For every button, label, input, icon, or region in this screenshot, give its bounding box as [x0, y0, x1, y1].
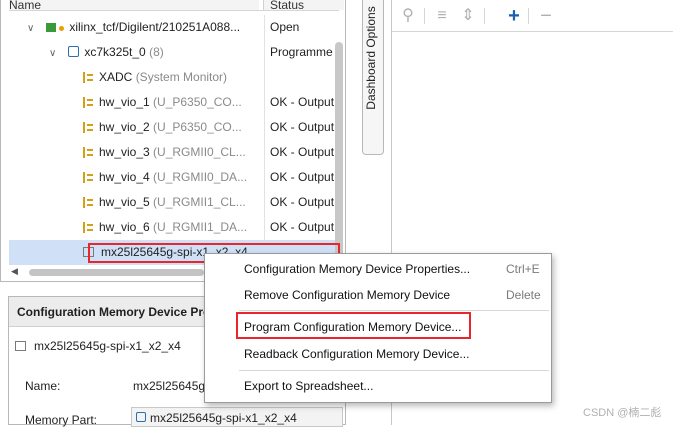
highlight-program-device	[236, 312, 471, 339]
tree-row-xadc[interactable]: XADC (System Monitor)	[9, 65, 339, 90]
status-cell: OK - Output	[264, 90, 339, 115]
header-divider	[9, 10, 339, 11]
menu-item-remove-device[interactable]: Remove Configuration Memory Device Delet…	[205, 283, 551, 307]
probe-icon	[83, 97, 93, 108]
tree-row-label: hw_vio_6	[99, 220, 150, 234]
menu-item-export-spreadsheet[interactable]: Export to Spreadsheet...	[205, 374, 551, 398]
tree-row-hw-vio-3[interactable]: hw_vio_3 (U_RGMII0_CL... OK - Output	[9, 140, 339, 165]
dashboard-options-label: Dashboard Options	[364, 6, 378, 110]
target-icon	[46, 23, 57, 32]
tree-row-hw-vio-2[interactable]: hw_vio_2 (U_P6350_CO... OK - Output	[9, 115, 339, 140]
probe-icon	[83, 197, 93, 208]
tree-row-label: xilinx_tcf/Digilent/210251A088...	[69, 20, 241, 34]
expand-all-icon[interactable]: ⇕	[458, 6, 478, 26]
tree-row-detail: (U_RGMII0_CL...	[153, 145, 246, 159]
tree-row-hw-vio-1[interactable]: hw_vio_1 (U_P6350_CO... OK - Output	[9, 90, 339, 115]
tree-row-label: hw_vio_5	[99, 195, 150, 209]
menu-separator	[239, 370, 549, 371]
watermark: CSDN @楠二彪	[583, 407, 662, 419]
tree-row-label: hw_vio_3	[99, 145, 150, 159]
status-cell: OK - Output	[264, 165, 339, 190]
menu-item-readback-device[interactable]: Readback Configuration Memory Device...	[205, 342, 551, 366]
tree-row-target[interactable]: ∨ xilinx_tcf/Digilent/210251A088... Open	[9, 15, 339, 40]
tree-row-label: hw_vio_1	[99, 95, 150, 109]
probe-icon	[83, 122, 93, 133]
column-header-status[interactable]: Status	[263, 0, 344, 10]
toolbar-separator	[424, 8, 425, 24]
tree-row-label: hw_vio_2	[99, 120, 150, 134]
status-cell: OK - Output	[264, 115, 339, 140]
tree-row-detail: (U_P6350_CO...	[153, 120, 242, 134]
status-cell: OK - Output	[264, 140, 339, 165]
tree-row-label: XADC	[99, 70, 133, 84]
search-icon[interactable]: ⚲	[398, 6, 418, 26]
hardware-tree-panel: Name Status ∨ xilinx_tcf/Digilent/210251…	[0, 0, 346, 282]
menu-item-device-properties[interactable]: Configuration Memory Device Properties..…	[205, 257, 551, 281]
tree-row-detail: (U_RGMII0_DA...	[153, 170, 248, 184]
tree-row-detail: (System Monitor)	[135, 70, 228, 84]
vertical-scrollbar[interactable]	[335, 42, 343, 262]
chevron-down-icon[interactable]: ∨	[49, 41, 59, 65]
link-icon	[59, 26, 65, 31]
menu-item-label: Remove Configuration Memory Device	[244, 288, 451, 302]
remove-icon[interactable]: −	[536, 6, 556, 26]
probe-icon	[83, 72, 93, 83]
tree-row-detail: (U_P6350_CO...	[153, 95, 242, 109]
horizontal-scrollbar-thumb[interactable]	[29, 269, 204, 276]
toolbar-separator	[484, 8, 485, 24]
chip-icon	[136, 412, 146, 422]
column-header-name[interactable]: Name	[9, 0, 259, 10]
name-label: Name:	[25, 379, 61, 393]
name-value: mx25l25645g	[133, 379, 206, 393]
chevron-down-icon[interactable]: ∨	[27, 16, 37, 40]
add-icon[interactable]: +	[504, 6, 524, 26]
status-cell: OK - Output	[264, 215, 339, 240]
properties-device-label: mx25l25645g-spi-x1_x2_x4	[34, 339, 181, 353]
properties-device: mx25l25645g-spi-x1_x2_x4	[15, 339, 181, 353]
memory-part-value: mx25l25645g-spi-x1_x2_x4	[150, 411, 297, 425]
tree-row-label: xc7k325t_0	[84, 45, 146, 59]
collapse-all-icon[interactable]: ≡	[432, 6, 452, 26]
tree-row-device[interactable]: ∨ xc7k325t_0 (8) Programme	[9, 40, 339, 65]
tree-row-hw-vio-4[interactable]: hw_vio_4 (U_RGMII0_DA... OK - Output	[9, 165, 339, 190]
tree-row-hw-vio-5[interactable]: hw_vio_5 (U_RGMII1_CL... OK - Output	[9, 190, 339, 215]
menu-item-shortcut: Delete	[506, 288, 541, 302]
menu-separator	[239, 310, 549, 311]
status-cell	[264, 65, 339, 90]
menu-item-shortcut: Ctrl+E	[506, 262, 540, 276]
menu-item-label: Readback Configuration Memory Device...	[244, 347, 470, 361]
tree-row-hw-vio-6[interactable]: hw_vio_6 (U_RGMII1_DA... OK - Output	[9, 215, 339, 240]
chip-icon	[68, 46, 80, 57]
menu-item-label: Export to Spreadsheet...	[244, 379, 374, 393]
probe-icon	[83, 222, 93, 233]
tree-row-detail: (U_RGMII1_CL...	[153, 195, 246, 209]
toolbar-separator	[528, 8, 529, 24]
memory-part-field[interactable]: mx25l25645g-spi-x1_x2_x4	[131, 407, 343, 427]
dashboard-toolbar: ⚲ ≡ ⇕ + −	[392, 0, 673, 32]
menu-item-label: Configuration Memory Device Properties..…	[244, 262, 471, 276]
memory-icon	[15, 341, 26, 351]
probe-icon	[83, 147, 93, 158]
status-cell: Open	[264, 15, 339, 40]
tree-row-count: (8)	[149, 45, 164, 59]
status-cell: OK - Output	[264, 190, 339, 215]
status-cell: Programme	[264, 40, 339, 65]
probe-icon	[83, 172, 93, 183]
dashboard-options-tab[interactable]: Dashboard Options	[362, 0, 384, 155]
tree-row-label: hw_vio_4	[99, 170, 150, 184]
scroll-left-icon[interactable]: ◀	[11, 266, 18, 277]
tree-row-detail: (U_RGMII1_DA...	[153, 220, 248, 234]
